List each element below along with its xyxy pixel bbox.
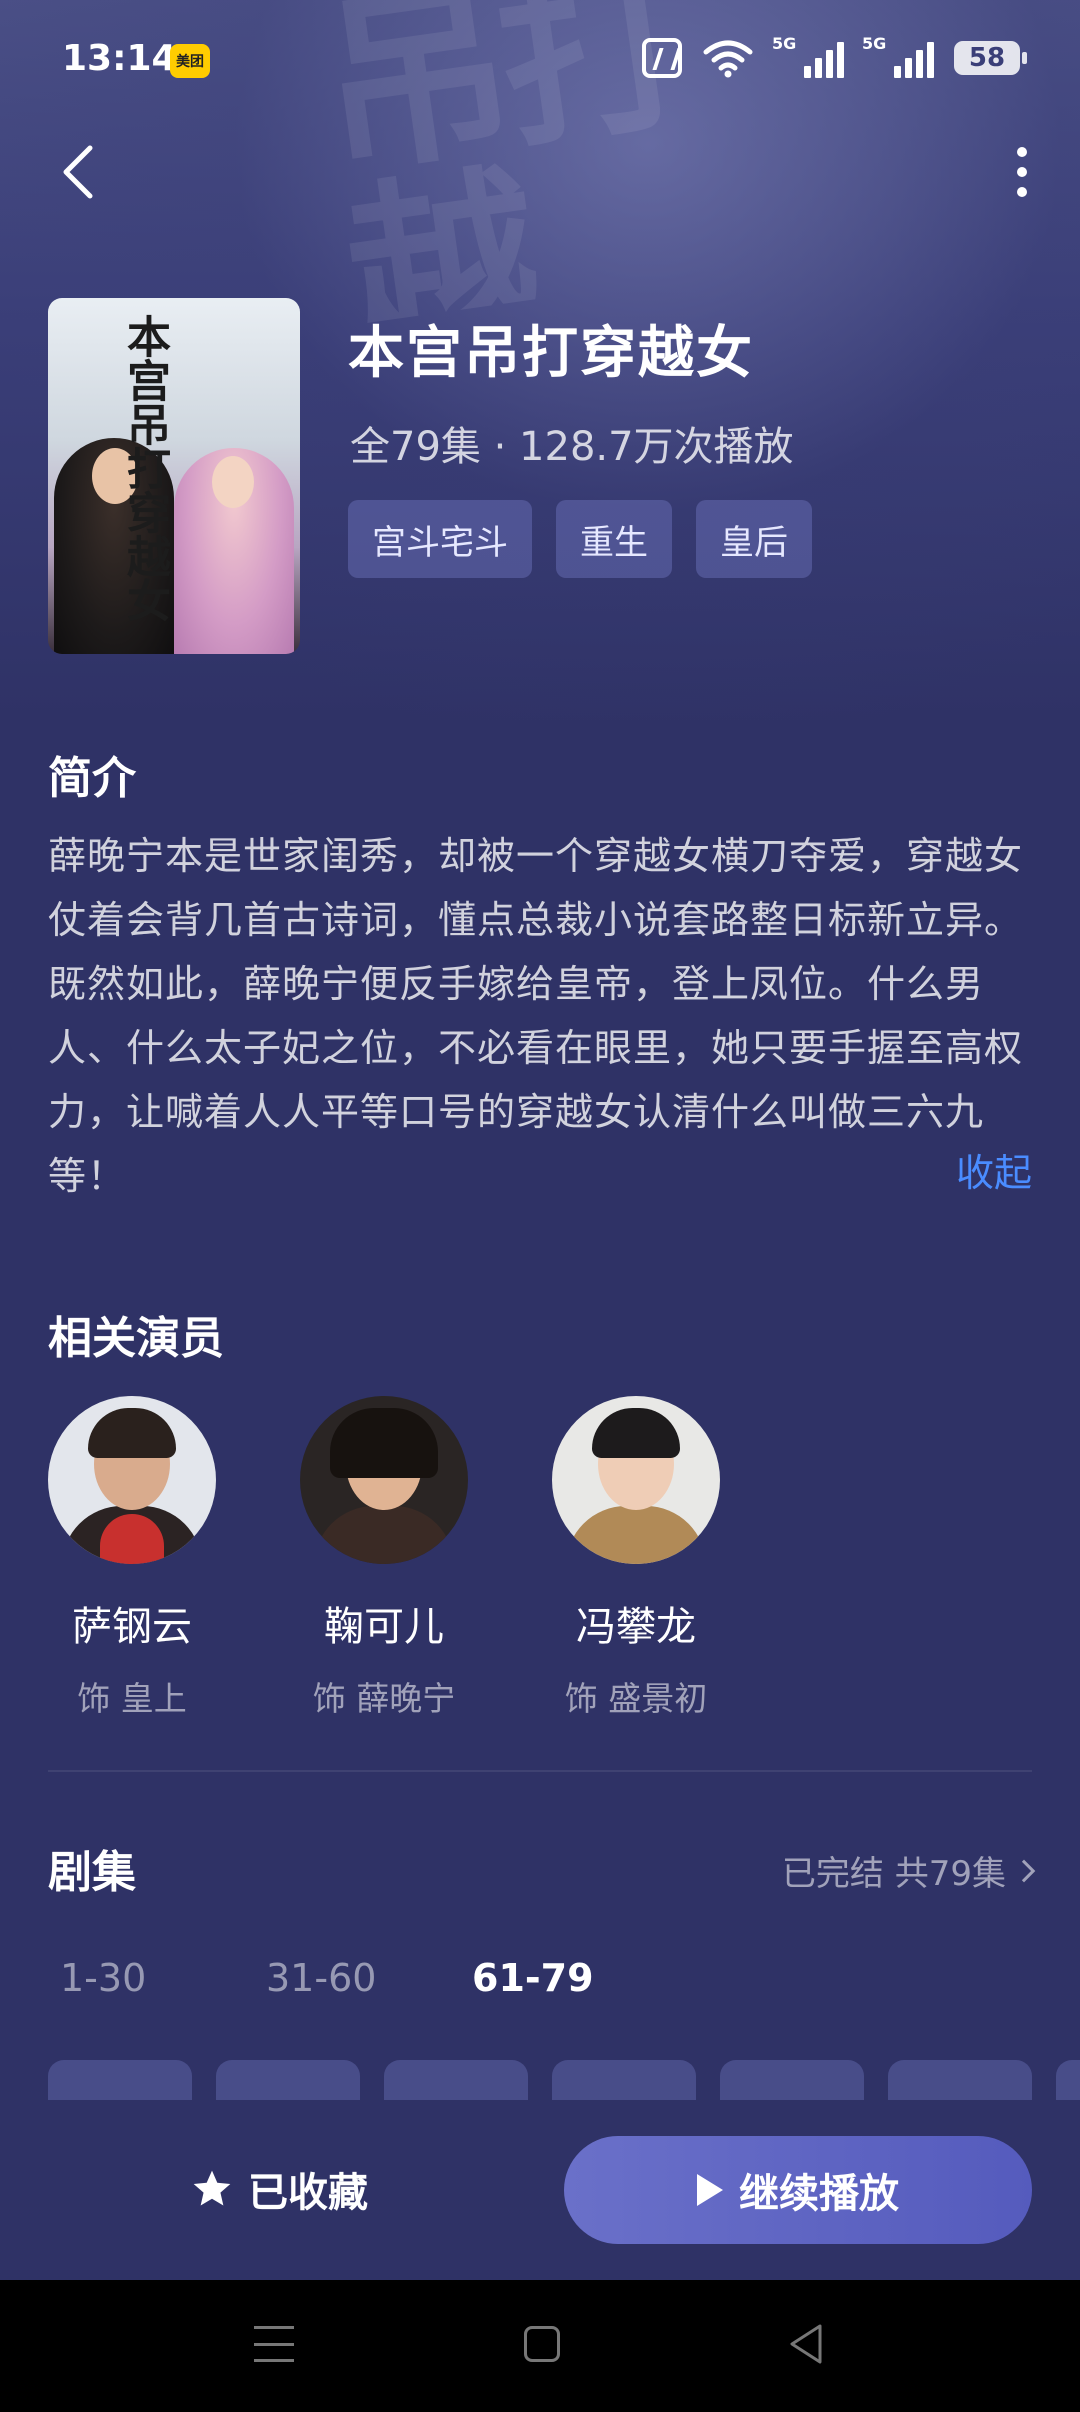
episodes-status-text: 已完结 共79集 xyxy=(781,1854,1006,1894)
avatar xyxy=(300,1396,468,1564)
status-time: 13:14 xyxy=(62,38,177,79)
cast-title: 相关演员 xyxy=(48,1313,224,1364)
signal-5g-icon: 5G xyxy=(772,34,844,78)
status-icons: 5G 5G 58 xyxy=(642,34,1027,78)
poster-face-woman xyxy=(212,456,254,508)
synopsis-title: 简介 xyxy=(48,753,136,804)
cast-name: 鞠可儿 xyxy=(324,1604,444,1650)
cast-list: 萨钢云 饰 皇上 鞠可儿 饰 薛晚宁 冯攀龙 饰 盛景初 xyxy=(48,1396,720,1720)
episode-cell[interactable] xyxy=(720,2060,864,2100)
episode-cell[interactable] xyxy=(384,2060,528,2100)
drama-title: 本宫吊打穿越女 xyxy=(348,321,754,386)
episode-cell[interactable] xyxy=(1056,2060,1080,2100)
signal-label: 5G xyxy=(772,34,797,53)
wifi-icon xyxy=(703,40,753,78)
cast-role: 饰 盛景初 xyxy=(564,1679,708,1718)
back-triangle-icon[interactable] xyxy=(786,2322,826,2366)
play-label: 继续播放 xyxy=(739,2171,899,2217)
episode-cell[interactable] xyxy=(552,2060,696,2100)
chevron-right-icon xyxy=(1012,1859,1036,1882)
tab-range-61-79[interactable]: 61-79 xyxy=(472,1956,678,2000)
divider xyxy=(48,1770,1032,1772)
continue-play-button[interactable]: 继续播放 xyxy=(564,2136,1032,2244)
tab-range-31-60[interactable]: 31-60 xyxy=(266,1956,472,2000)
cast-role: 饰 皇上 xyxy=(77,1679,187,1718)
favorite-button[interactable]: 已收藏 xyxy=(190,2160,368,2218)
episodes-title: 剧集 xyxy=(48,1847,136,1898)
collapse-link[interactable]: 收起 xyxy=(956,1142,1032,1197)
poster-title: 本宫吊打穿越女 xyxy=(119,314,170,622)
home-icon[interactable] xyxy=(524,2326,560,2362)
cast-name: 冯攀龙 xyxy=(576,1604,696,1650)
tag-chip[interactable]: 宫斗宅斗 xyxy=(348,500,532,578)
avatar xyxy=(552,1396,720,1564)
more-vertical-icon[interactable] xyxy=(1002,140,1042,204)
meituan-badge-icon: 美团 xyxy=(170,44,210,78)
episode-cell[interactable] xyxy=(888,2060,1032,2100)
episode-cell[interactable] xyxy=(48,2060,192,2100)
back-chevron-icon[interactable] xyxy=(56,140,116,204)
drama-poster: 本宫吊打穿越女 xyxy=(48,298,300,654)
synopsis-text: 薛晚宁本是世家闺秀，却被一个穿越女横刀夺爱，穿越女仗着会背几首古诗词，懂点总裁小… xyxy=(48,834,1024,1198)
tab-range-1-30[interactable]: 1-30 xyxy=(60,1956,266,2000)
episodes-status-link[interactable]: 已完结 共79集 xyxy=(781,1846,1036,1895)
signal-label: 5G xyxy=(862,34,887,53)
star-icon xyxy=(193,2170,231,2206)
cast-item[interactable]: 鞠可儿 饰 薛晚宁 xyxy=(300,1396,468,1720)
tag-list: 宫斗宅斗 重生 皇后 xyxy=(348,500,812,578)
favorite-label: 已收藏 xyxy=(248,2170,368,2216)
cast-item[interactable]: 冯攀龙 饰 盛景初 xyxy=(552,1396,720,1720)
episode-grid xyxy=(48,2060,1080,2100)
cast-role: 饰 薛晚宁 xyxy=(312,1679,456,1718)
drama-meta: 全79集 · 128.7万次播放 xyxy=(350,424,794,470)
cast-item[interactable]: 萨钢云 饰 皇上 xyxy=(48,1396,216,1720)
tag-chip[interactable]: 重生 xyxy=(556,500,672,578)
episode-range-tabs: 1-30 31-60 61-79 xyxy=(60,1956,678,2000)
cast-name: 萨钢云 xyxy=(72,1604,192,1650)
avatar xyxy=(48,1396,216,1564)
battery-icon: 58 xyxy=(954,41,1027,75)
status-bar: 13:14 美团 5G 5G 58 xyxy=(0,0,1080,120)
signal-5g-icon: 5G xyxy=(862,34,934,78)
menu-icon[interactable] xyxy=(254,2326,294,2362)
nfc-icon xyxy=(642,38,682,78)
play-icon xyxy=(697,2174,723,2206)
tag-chip[interactable]: 皇后 xyxy=(696,500,812,578)
episode-cell[interactable] xyxy=(216,2060,360,2100)
